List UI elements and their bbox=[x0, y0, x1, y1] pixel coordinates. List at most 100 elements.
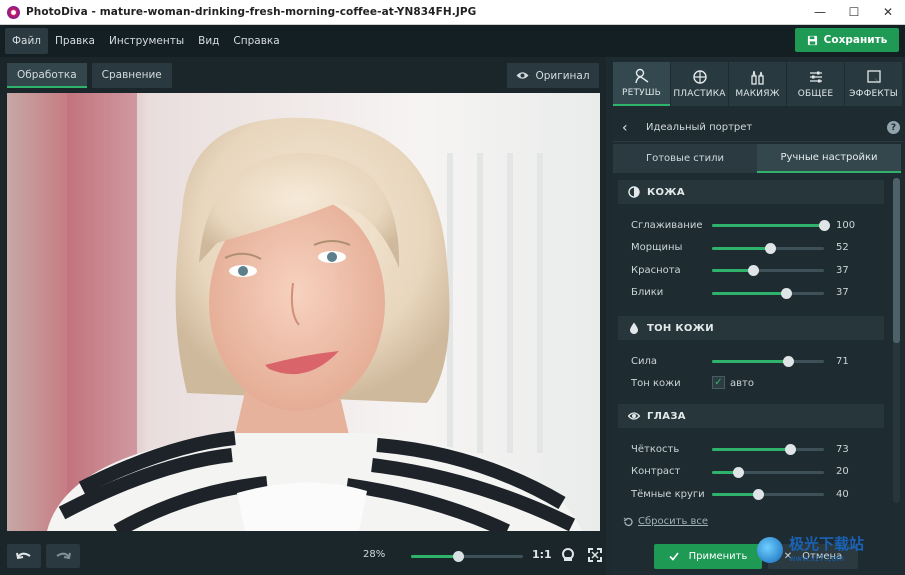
redo-icon bbox=[56, 552, 71, 560]
undo-icon bbox=[16, 552, 31, 560]
original-button[interactable]: Оригинал bbox=[507, 63, 599, 88]
slider-track[interactable] bbox=[712, 444, 824, 455]
slider-thumb[interactable] bbox=[765, 242, 777, 254]
reset-icon bbox=[623, 517, 633, 526]
slider-thumb[interactable] bbox=[780, 287, 792, 299]
section-header: ‹ Идеальный портрет ? bbox=[613, 114, 903, 142]
slider-value: 37 bbox=[836, 264, 849, 276]
slider-value: 37 bbox=[836, 287, 849, 298]
scrollbar-thumb[interactable] bbox=[893, 178, 900, 343]
close-button[interactable]: ✕ bbox=[871, 0, 905, 24]
slider-row: Сила 71 bbox=[618, 350, 884, 372]
help-icon[interactable]: ? bbox=[887, 121, 900, 134]
fullscreen-icon[interactable] bbox=[588, 548, 602, 562]
slider-track[interactable] bbox=[712, 265, 824, 276]
slider-label: Краснота bbox=[631, 264, 681, 276]
tab-manual-settings[interactable]: Ручные настройки bbox=[757, 144, 901, 173]
sub-tabs: Готовые стили Ручные настройки bbox=[613, 144, 901, 173]
zoom-slider-thumb[interactable] bbox=[453, 551, 465, 562]
slider-fill bbox=[712, 448, 791, 451]
group-eyes-header[interactable]: ГЛАЗА bbox=[618, 404, 884, 428]
eye-icon bbox=[628, 412, 640, 420]
slider-track[interactable] bbox=[712, 242, 824, 254]
slider-value: 40 bbox=[836, 488, 849, 500]
fit-to-screen-icon[interactable] bbox=[561, 548, 575, 562]
slider-label: Чёткость bbox=[631, 443, 680, 455]
title-bar: PhotoDiva - mature-woman-drinking-fresh-… bbox=[0, 0, 905, 25]
slider-fill bbox=[712, 493, 758, 496]
slider-label: Блики bbox=[631, 287, 664, 298]
group-skin-tone-header[interactable]: ТОН КОЖИ bbox=[618, 316, 884, 340]
slider-thumb[interactable] bbox=[785, 444, 797, 455]
slider-fill bbox=[712, 291, 786, 295]
window-controls: — ☐ ✕ bbox=[803, 0, 905, 24]
slider-fill bbox=[712, 360, 789, 363]
app-logo-icon bbox=[7, 5, 20, 19]
slider-label: Сглаживание bbox=[631, 219, 703, 231]
tab-retouch[interactable]: РЕТУШЬ bbox=[613, 62, 670, 106]
slider-thumb[interactable] bbox=[732, 466, 744, 478]
menu-help[interactable]: Справка bbox=[226, 28, 286, 54]
retouch-brush-icon bbox=[634, 68, 648, 84]
tab-plastic-label: ПЛАСТИКА bbox=[673, 89, 726, 99]
reset-all-link[interactable]: Сбросить все bbox=[623, 516, 708, 527]
slider-track[interactable] bbox=[712, 220, 830, 231]
slider-row: Блики 37 bbox=[618, 282, 884, 304]
undo-button[interactable] bbox=[7, 544, 41, 568]
group-eyes-title: ГЛАЗА bbox=[647, 410, 686, 422]
window-title: PhotoDiva - mature-woman-drinking-fresh-… bbox=[26, 6, 477, 18]
slider-row: Чёткость 73 bbox=[618, 438, 884, 460]
slider-track[interactable] bbox=[712, 466, 824, 478]
canvas-bottom-bar: 28% 1:1 bbox=[0, 541, 606, 575]
slider-label: Сила bbox=[631, 355, 658, 367]
workspace: Обработка Сравнение Оригинал 28% 1:1 bbox=[0, 57, 606, 575]
slider-thumb[interactable] bbox=[748, 265, 760, 276]
checkmark-icon bbox=[669, 552, 679, 561]
cancel-label: Отмена bbox=[802, 551, 843, 562]
maximize-button[interactable]: ☐ bbox=[837, 0, 871, 24]
slider-thumb[interactable] bbox=[752, 489, 764, 500]
menu-edit[interactable]: Правка bbox=[48, 28, 102, 54]
tab-makeup-label: МАКИЯЖ bbox=[735, 89, 780, 99]
zoom-slider[interactable] bbox=[411, 551, 523, 562]
skin-tone-auto-row: Тон кожи ✓ авто bbox=[618, 372, 884, 394]
slider-track[interactable] bbox=[712, 489, 824, 500]
photo-canvas[interactable] bbox=[7, 93, 600, 531]
portrait-photo bbox=[7, 93, 600, 531]
slider-thumb[interactable] bbox=[783, 356, 795, 367]
menu-tools[interactable]: Инструменты bbox=[102, 28, 191, 54]
back-chevron-icon[interactable]: ‹ bbox=[622, 120, 634, 136]
tab-compare[interactable]: Сравнение bbox=[91, 63, 172, 88]
tab-effects-label: ЭФФЕКТЫ bbox=[849, 89, 898, 99]
tab-ready-styles[interactable]: Готовые стили bbox=[613, 144, 757, 173]
menu-file[interactable]: Файл bbox=[5, 28, 49, 54]
slider-value: 73 bbox=[836, 443, 849, 455]
tab-general[interactable]: ОБЩЕЕ bbox=[787, 62, 844, 106]
cancel-button[interactable]: ✕ Отмена bbox=[768, 544, 858, 569]
apply-button[interactable]: Применить bbox=[654, 544, 762, 569]
save-button[interactable]: Сохранить bbox=[795, 28, 899, 52]
settings-scrollbar[interactable] bbox=[893, 178, 900, 503]
makeup-icon bbox=[750, 70, 764, 85]
tab-processing[interactable]: Обработка bbox=[7, 63, 87, 88]
slider-track[interactable] bbox=[712, 356, 824, 367]
minimize-button[interactable]: — bbox=[803, 0, 837, 24]
tab-makeup[interactable]: МАКИЯЖ bbox=[729, 62, 786, 106]
slider-thumb[interactable] bbox=[819, 220, 830, 231]
slider-row: Краснота 37 bbox=[618, 259, 884, 281]
slider-row: Сглаживание 100 bbox=[618, 214, 884, 236]
tools-panel: РЕТУШЬ ПЛАСТИКА МАКИЯЖ ОБЩЕЕ ЭФФЕКТЫ ‹ И… bbox=[612, 57, 905, 575]
redo-button[interactable] bbox=[46, 544, 80, 568]
reset-all-label: Сбросить все bbox=[638, 516, 709, 527]
tab-general-label: ОБЩЕЕ bbox=[797, 89, 834, 99]
slider-track[interactable] bbox=[712, 287, 824, 299]
menu-view[interactable]: Вид bbox=[191, 28, 226, 54]
group-skin-header[interactable]: КОЖА bbox=[618, 180, 884, 204]
tab-plastic[interactable]: ПЛАСТИКА bbox=[671, 62, 728, 106]
slider-value: 52 bbox=[836, 242, 849, 253]
auto-checkbox[interactable]: ✓ bbox=[712, 376, 725, 389]
slider-label: Морщины bbox=[631, 242, 683, 253]
actual-size-button[interactable]: 1:1 bbox=[532, 548, 552, 561]
tab-effects[interactable]: ЭФФЕКТЫ bbox=[845, 62, 902, 106]
water-drop-icon bbox=[630, 322, 638, 334]
